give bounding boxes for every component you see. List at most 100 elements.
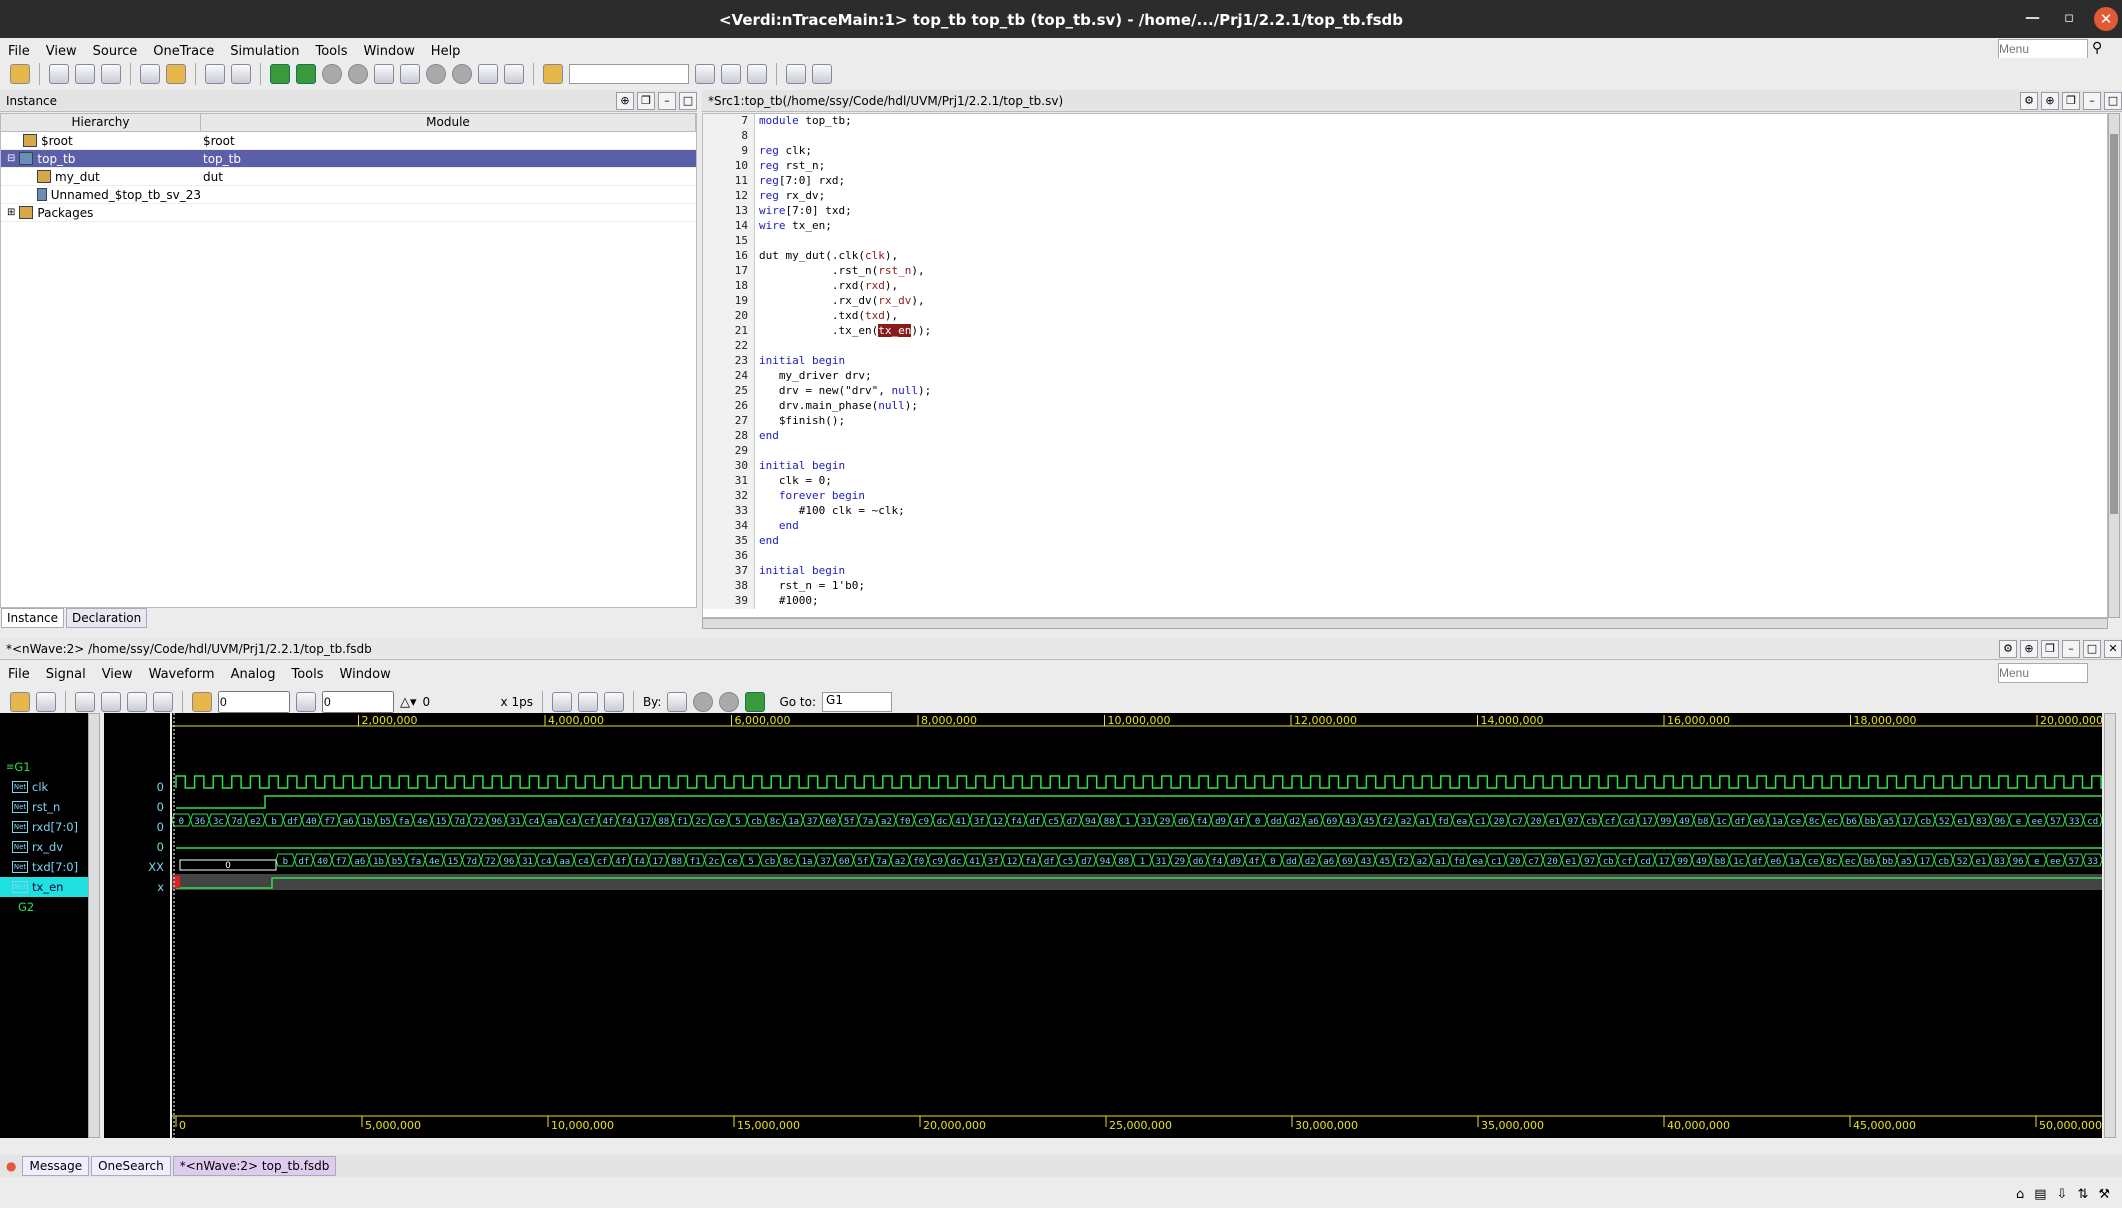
pin-icon[interactable]: ⊕	[2041, 91, 2059, 110]
code-line[interactable]: 38 rst_n = 1'b0;	[703, 579, 2107, 594]
pin-icon[interactable]: ⊕	[616, 91, 634, 110]
signal-pane-scrollbar[interactable]	[88, 713, 100, 1138]
filter-icon[interactable]: ⇩	[2057, 1187, 2068, 1202]
reload-icon[interactable]	[36, 692, 56, 712]
group-g1[interactable]: ≡ G1	[0, 757, 100, 777]
tree-row[interactable]: my_dut dut	[1, 168, 696, 186]
paste-icon[interactable]	[153, 692, 173, 712]
marker-icon[interactable]	[296, 692, 316, 712]
bookmark-icon[interactable]	[543, 64, 563, 84]
cursor-icon[interactable]	[192, 692, 212, 712]
undo-icon[interactable]	[75, 692, 95, 712]
waveform-canvas[interactable]: 2,000,000 4,000,000 6,000,000 8,000,000 10,0…	[171, 713, 2111, 1138]
minimize-panel-icon[interactable]: –	[2062, 639, 2080, 658]
undock-icon[interactable]: ❐	[2041, 639, 2059, 658]
menu-view[interactable]: View	[38, 44, 85, 59]
code-line[interactable]: 39 #1000;	[703, 594, 2107, 609]
back-icon[interactable]	[745, 692, 766, 712]
code-line[interactable]: 29	[703, 444, 2107, 459]
wave-menu-signal[interactable]: Signal	[38, 667, 94, 682]
flow-icon[interactable]	[812, 64, 832, 84]
tab-nwave[interactable]: *<nWave:2> top_tb.fsdb	[172, 1156, 337, 1176]
open-folder-icon[interactable]	[10, 64, 30, 84]
maximize-panel-icon[interactable]: □	[679, 91, 697, 110]
tree-row[interactable]: $root $root	[1, 132, 696, 150]
expand-icon[interactable]: ⊞	[7, 207, 15, 218]
col-module[interactable]: Module	[201, 114, 696, 131]
sort-icon[interactable]: ⇅	[2077, 1187, 2088, 1202]
wave-menu-file[interactable]: File	[0, 667, 38, 682]
search-combo[interactable]	[569, 64, 689, 84]
code-line[interactable]: 27 $finish();	[703, 414, 2107, 429]
prev-icon[interactable]	[693, 692, 714, 712]
home-icon[interactable]: ⌂	[2016, 1187, 2024, 1202]
next-icon[interactable]	[719, 692, 740, 712]
collapse-icon[interactable]: ⊟	[7, 153, 15, 164]
minimize-panel-icon[interactable]: –	[2083, 91, 2101, 110]
tab-instance[interactable]: Instance	[1, 608, 65, 628]
code-line[interactable]: 34 end	[703, 519, 2107, 534]
menu-help[interactable]: Help	[423, 44, 469, 59]
wave-menu-tools[interactable]: Tools	[283, 667, 331, 682]
folder-icon[interactable]	[166, 64, 186, 84]
menu-file[interactable]: File	[0, 44, 38, 59]
code-line[interactable]: 13 wire[7:0] txd;	[703, 204, 2107, 219]
code-line[interactable]: 12 reg rx_dv;	[703, 189, 2107, 204]
settings-icon[interactable]: ⚙	[1999, 639, 2017, 658]
settings-icon[interactable]: ⚙	[2020, 91, 2038, 110]
signal-row[interactable]: Net clk	[0, 777, 100, 797]
code-line[interactable]: 35 end	[703, 534, 2107, 549]
wave-menu-analog[interactable]: Analog	[223, 667, 284, 682]
menu-onetrace[interactable]: OneTrace	[145, 44, 222, 59]
find-icon[interactable]	[695, 64, 715, 84]
code-line[interactable]: 22	[703, 339, 2107, 354]
trace-forward-icon[interactable]	[296, 64, 316, 84]
wave-menu-waveform[interactable]: Waveform	[141, 667, 223, 682]
code-line[interactable]: 8	[703, 129, 2107, 144]
delta-icon[interactable]: △▾	[400, 695, 417, 710]
zoom-out-icon[interactable]	[551, 692, 572, 712]
code-line[interactable]: 21 .tx_en(tx_en));	[703, 324, 2107, 339]
cut-icon[interactable]	[101, 692, 121, 712]
driver-icon[interactable]	[374, 64, 394, 84]
code-line[interactable]: 17 .rst_n(rst_n),	[703, 264, 2107, 279]
code-line[interactable]: 19 .rx_dv(rx_dv),	[703, 294, 2107, 309]
code-line[interactable]: 20 .txd(txd),	[703, 309, 2107, 324]
code-line[interactable]: 28 end	[703, 429, 2107, 444]
wave-menu-search-input[interactable]	[1998, 663, 2088, 683]
tree-row[interactable]: ⊞ Packages	[1, 204, 696, 222]
col-hierarchy[interactable]: Hierarchy	[1, 114, 201, 131]
tab-message[interactable]: Message	[22, 1156, 90, 1176]
undock-icon[interactable]: ❐	[2062, 91, 2080, 110]
wave-menu-view[interactable]: View	[94, 667, 141, 682]
menu-source[interactable]: Source	[85, 44, 146, 59]
tab-declaration[interactable]: Declaration	[66, 608, 148, 628]
signal-row[interactable]: Net rxd[7:0]	[0, 817, 100, 837]
code-line[interactable]: 16 dut my_dut(.clk(clk),	[703, 249, 2107, 264]
copy-icon[interactable]	[231, 64, 251, 84]
schematic-icon[interactable]	[49, 64, 69, 84]
code-line[interactable]: 9 reg clk;	[703, 144, 2107, 159]
code-line[interactable]: 15	[703, 234, 2107, 249]
source-vscrollbar[interactable]	[2108, 113, 2120, 618]
code-line[interactable]: 37 initial begin	[703, 564, 2107, 579]
zoom-in-icon[interactable]	[577, 692, 598, 712]
source-hscrollbar[interactable]	[702, 618, 2108, 629]
signal-row[interactable]: Net txd[7:0]	[0, 857, 100, 877]
down-icon[interactable]	[452, 64, 472, 84]
tab-onesearch[interactable]: OneSearch	[91, 1156, 171, 1176]
arrow-left-icon[interactable]	[322, 64, 342, 84]
find-next-icon[interactable]	[721, 64, 741, 84]
marker-time-input[interactable]	[322, 691, 394, 713]
code-line[interactable]: 7 module top_tb;	[703, 114, 2107, 129]
search-by-icon[interactable]	[667, 692, 688, 712]
close-icon[interactable]: ✕	[2094, 7, 2118, 31]
menu-window[interactable]: Window	[356, 44, 423, 59]
minimize-panel-icon[interactable]: –	[658, 91, 676, 110]
wave-vscrollbar[interactable]	[2104, 713, 2116, 1138]
code-line[interactable]: 25 drv = new("drv", null);	[703, 384, 2107, 399]
up-icon[interactable]	[426, 64, 446, 84]
edit-icon[interactable]	[205, 64, 225, 84]
schematic2-icon[interactable]	[75, 64, 95, 84]
menu-search-input[interactable]	[1998, 39, 2088, 59]
